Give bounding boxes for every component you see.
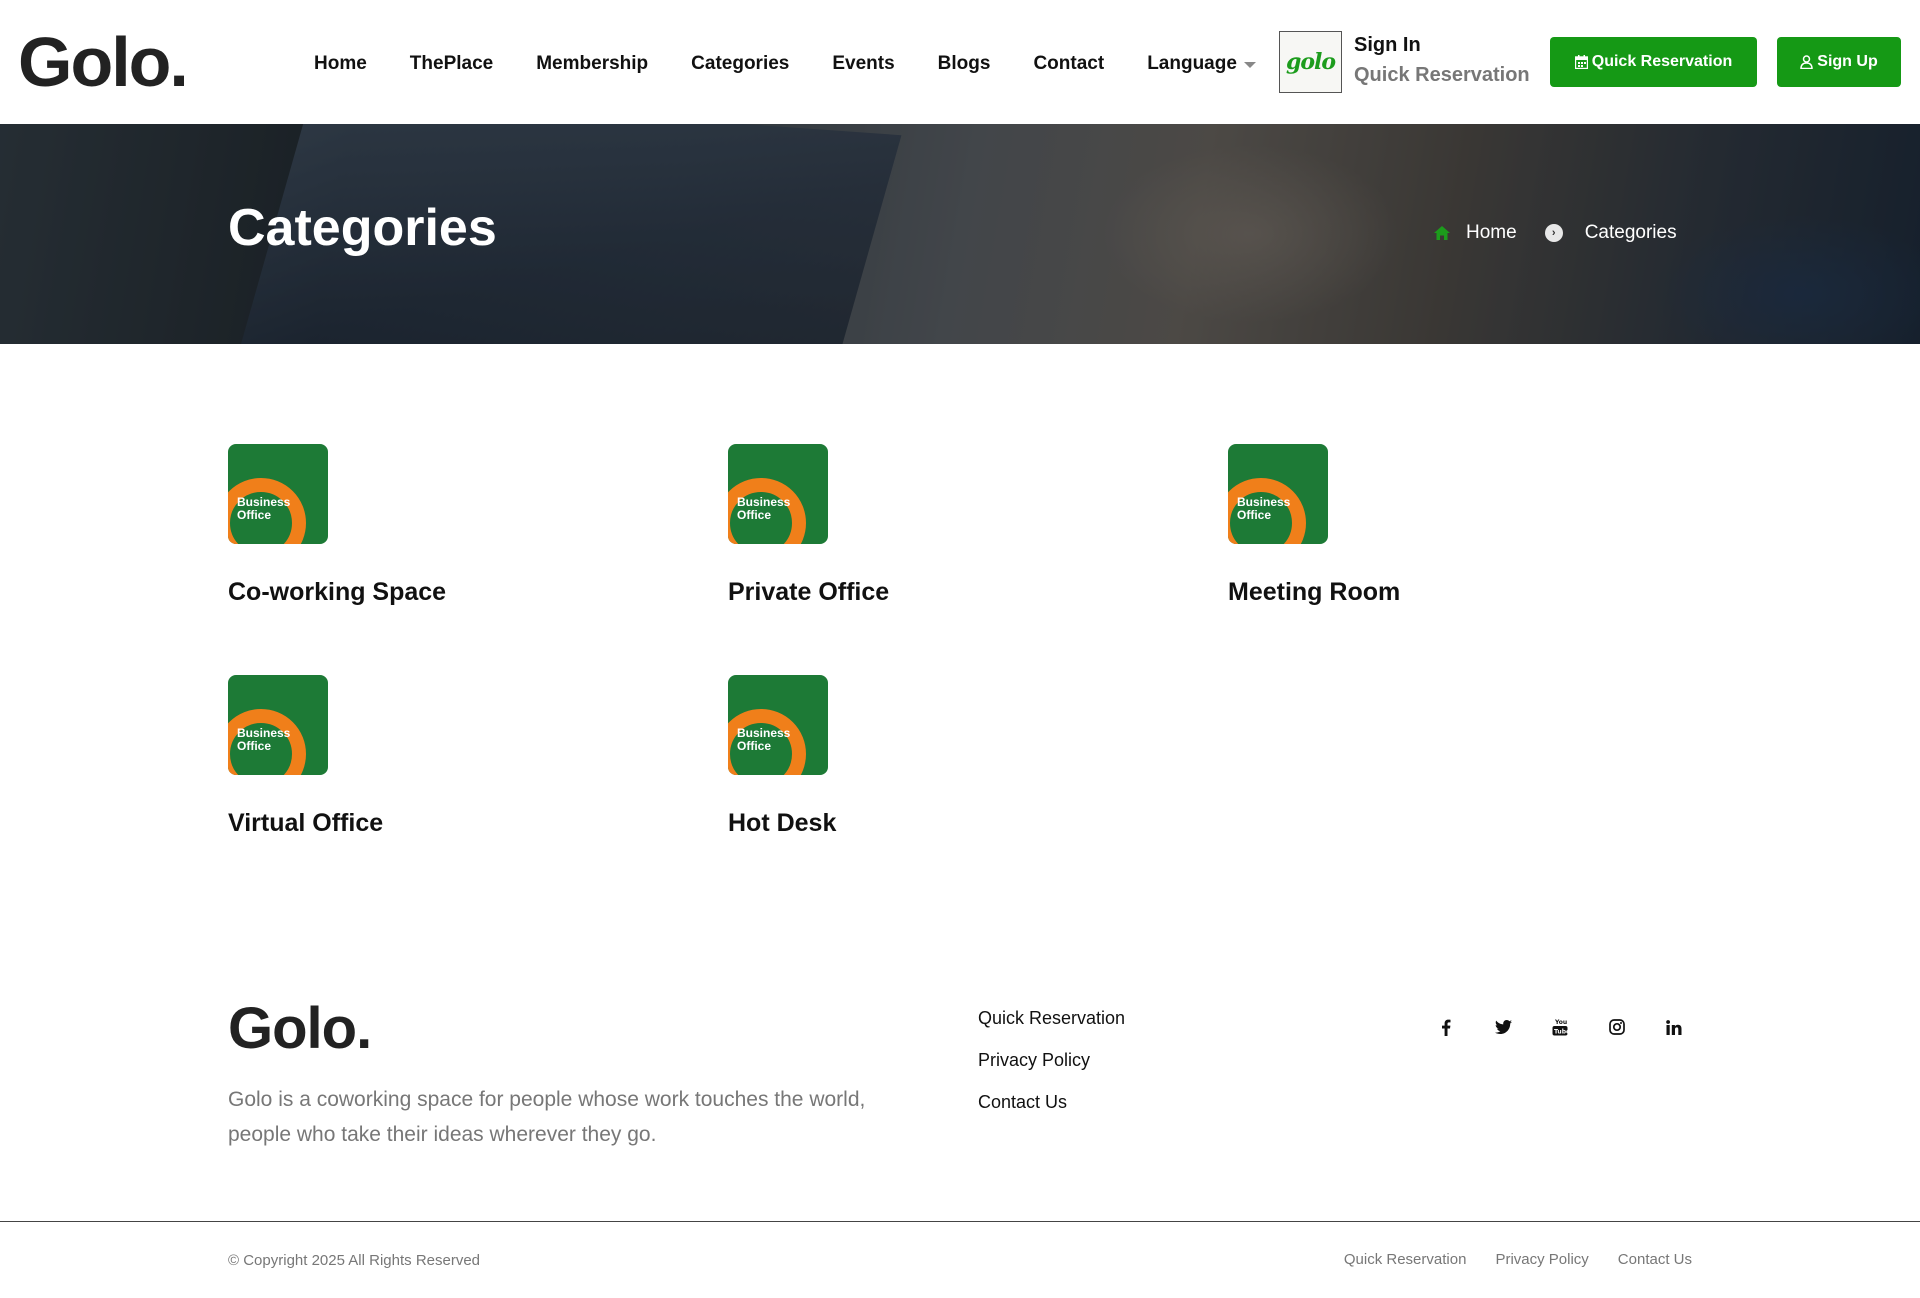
site-logo[interactable]: Golo.	[18, 24, 189, 100]
calendar-icon	[1574, 55, 1588, 69]
nav-events[interactable]: Events	[832, 53, 894, 75]
quick-reservation-link[interactable]: Quick Reservation	[1354, 64, 1530, 87]
category-thumbnail: Business Office	[228, 444, 328, 544]
category-card-virtual-office[interactable]: Business Office Virtual Office	[228, 675, 628, 838]
thumbnail-text: Office	[737, 508, 772, 522]
nav-categories[interactable]: Categories	[691, 53, 789, 75]
chevron-right-circle-icon: ›	[1544, 224, 1563, 242]
category-title: Co-working Space	[228, 578, 447, 606]
thumbnail-text: Business	[237, 726, 291, 740]
page-title: Categories	[228, 199, 497, 257]
svg-text:Tube: Tube	[1554, 1029, 1568, 1036]
svg-text:You: You	[1554, 1019, 1567, 1026]
bottom-link-quick-reservation[interactable]: Quick Reservation	[1344, 1251, 1467, 1268]
breadcrumb-home[interactable]: Home	[1466, 222, 1517, 244]
thumbnail-text: Office	[737, 739, 772, 753]
category-thumbnail: Business Office	[228, 675, 328, 775]
footer-divider	[0, 1221, 1920, 1222]
footer-logo[interactable]: Golo.	[228, 997, 372, 1061]
thumbnail-text: Business	[1237, 495, 1291, 509]
category-title: Virtual Office	[228, 809, 384, 837]
footer-links: Quick Reservation Privacy Policy Contact…	[978, 1008, 1125, 1134]
main-nav: Home ThePlace Membership Categories Even…	[314, 50, 1256, 78]
facebook-icon[interactable]	[1434, 1015, 1458, 1039]
social-links: You Tube	[1434, 1015, 1719, 1039]
site-header: Golo. Home ThePlace Membership Categorie…	[0, 0, 1920, 124]
thumbnail-text: Business	[737, 495, 791, 509]
user-icon	[1800, 55, 1814, 69]
nav-membership[interactable]: Membership	[536, 53, 648, 75]
bottom-link-privacy-policy[interactable]: Privacy Policy	[1495, 1251, 1588, 1268]
instagram-icon[interactable]	[1605, 1015, 1629, 1039]
thumbnail-text: Office	[1237, 508, 1272, 522]
sign-up-button[interactable]: Sign Up	[1777, 37, 1901, 87]
bottom-link-contact-us[interactable]: Contact Us	[1618, 1251, 1692, 1268]
category-thumbnail: Business Office	[728, 444, 828, 544]
footer-link-contact-us[interactable]: Contact Us	[978, 1092, 1125, 1134]
quick-reservation-button-label: Quick Reservation	[1591, 53, 1733, 70]
category-thumbnail: Business Office	[728, 675, 828, 775]
nav-contact[interactable]: Contact	[1033, 53, 1104, 75]
breadcrumb: Home › Categories	[1434, 222, 1677, 244]
quick-reservation-button[interactable]: Quick Reservation	[1550, 37, 1757, 87]
nav-theplace[interactable]: ThePlace	[410, 53, 493, 75]
sign-in-link[interactable]: Sign In	[1354, 34, 1421, 57]
user-avatar-logo: golo	[1285, 49, 1336, 75]
breadcrumb-current: Categories	[1584, 222, 1677, 243]
category-card-hot-desk[interactable]: Business Office Hot Desk	[728, 675, 1128, 838]
category-thumbnail: Business Office	[1228, 444, 1328, 544]
category-title: Hot Desk	[728, 809, 837, 837]
footer-link-privacy-policy[interactable]: Privacy Policy	[978, 1050, 1125, 1092]
category-title: Private Office	[728, 578, 890, 606]
footer-link-quick-reservation[interactable]: Quick Reservation	[978, 1008, 1125, 1050]
user-avatar[interactable]: golo	[1279, 31, 1342, 93]
thumbnail-text: Business	[237, 495, 291, 509]
nav-home[interactable]: Home	[314, 53, 367, 75]
copyright-text: © Copyright 2025 All Rights Reserved	[228, 1252, 481, 1269]
caret-down-icon	[1243, 62, 1256, 68]
thumbnail-text: Office	[237, 739, 272, 753]
category-title: Meeting Room	[1228, 578, 1401, 606]
footer-bottom-links: Quick Reservation Privacy Policy Contact…	[1315, 1251, 1692, 1268]
twitter-icon[interactable]	[1491, 1015, 1515, 1039]
category-card-private-office[interactable]: Business Office Private Office	[728, 444, 1128, 607]
language-label: Language	[1147, 53, 1237, 74]
thumbnail-text: Office	[237, 508, 272, 522]
thumbnail-text: Business	[737, 726, 791, 740]
nav-blogs[interactable]: Blogs	[938, 53, 991, 75]
home-icon	[1434, 226, 1450, 240]
page-hero-banner: Categories Home › Categories	[0, 124, 1920, 344]
category-card-coworking[interactable]: Business Office Co-working Space	[228, 444, 628, 607]
footer-description: Golo is a coworking space for people who…	[228, 1088, 866, 1146]
language-dropdown[interactable]: Language	[1147, 53, 1256, 75]
linkedin-icon[interactable]	[1662, 1015, 1686, 1039]
youtube-icon[interactable]: You Tube	[1548, 1015, 1572, 1039]
category-card-meeting-room[interactable]: Business Office Meeting Room	[1228, 444, 1628, 607]
sign-up-button-label: Sign Up	[1817, 53, 1878, 70]
